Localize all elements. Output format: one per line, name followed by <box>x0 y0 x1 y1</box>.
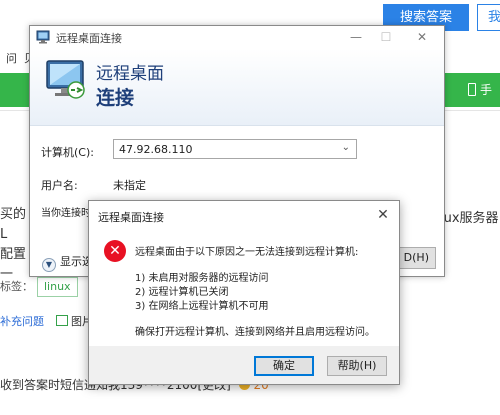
error-dialog: 远程桌面连接 ✕ ✕ 远程桌面由于以下原因之一无法连接到远程计算机: 1) 未启… <box>88 200 400 385</box>
error-message-intro: 远程桌面由于以下原因之一无法连接到远程计算机: <box>135 247 359 258</box>
error-icon: ✕ <box>104 240 126 262</box>
window-title: 远程桌面连接 <box>56 32 122 45</box>
tag-linux[interactable]: linux <box>37 277 78 297</box>
remote-desktop-large-icon <box>46 60 85 99</box>
username-label: 用户名: <box>41 179 78 192</box>
question-text-fragment-right: lux服务器 <box>440 211 499 226</box>
tag-label: 标签： <box>0 280 33 293</box>
remote-desktop-icon <box>36 30 50 44</box>
window-titlebar: 远程桌面连接 — ☐ ✕ <box>30 26 444 49</box>
error-advice: 确保打开远程计算机、连接到网络并且启用远程访问。 <box>135 327 375 338</box>
nav-item[interactable]: 问 <box>6 50 17 66</box>
dialog-titlebar: 远程桌面连接 ✕ <box>89 201 399 229</box>
error-reason: 2) 远程计算机已关闭 <box>135 287 229 298</box>
chevron-down-icon[interactable]: ⌄ <box>342 142 350 153</box>
chevron-down-circle-icon: ▼ <box>42 258 56 272</box>
close-button[interactable]: ✕ <box>412 28 432 46</box>
phone-icon <box>468 83 476 96</box>
question-text-fragment: 买的L 配置一 <box>0 207 27 282</box>
error-reason: 1) 未启用对服务器的远程访问 <box>135 273 269 284</box>
image-icon <box>55 315 68 326</box>
mobile-link[interactable]: 手 <box>468 73 500 107</box>
help-button[interactable]: 帮助(H) <box>327 356 387 376</box>
maximize-button[interactable]: ☐ <box>376 28 396 46</box>
ask-button[interactable]: 我 <box>477 4 500 31</box>
dialog-title: 远程桌面连接 <box>98 211 164 224</box>
ok-button[interactable]: 确定 <box>254 356 314 376</box>
minimize-button[interactable]: — <box>346 28 366 46</box>
banner-title-line1: 远程桌面 <box>96 64 164 84</box>
banner-title-line2: 连接 <box>96 87 135 109</box>
dialog-footer: 确定 帮助(H) <box>89 346 399 384</box>
computer-value: 47.92.68.110 <box>119 143 193 156</box>
computer-label: 计算机(C): <box>41 146 94 159</box>
add-question-link[interactable]: 补充问题 <box>0 315 44 328</box>
window-banner: 远程桌面 连接 <box>30 49 444 126</box>
connect-info-text: 当你连接时 <box>41 208 91 219</box>
username-value: 未指定 <box>113 179 146 192</box>
error-reason: 3) 在网络上远程计算机不可用 <box>135 301 269 312</box>
computer-combobox[interactable]: 47.92.68.110 ⌄ <box>113 139 357 159</box>
dialog-close-button[interactable]: ✕ <box>373 205 393 225</box>
